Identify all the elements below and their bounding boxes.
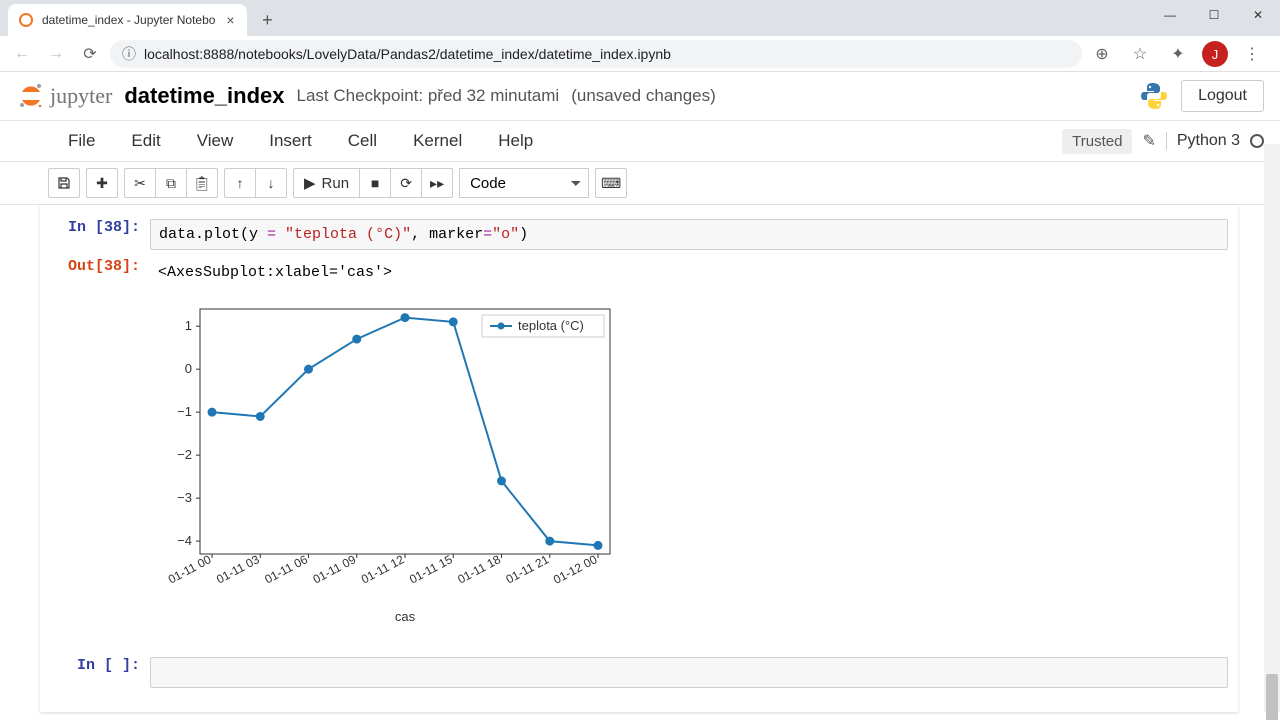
- command-palette-button[interactable]: ⌨: [595, 168, 627, 198]
- paste-button[interactable]: 📋︎: [186, 168, 218, 198]
- svg-text:−1: −1: [177, 404, 192, 419]
- menubar: File Edit View Insert Cell Kernel Help T…: [0, 121, 1280, 162]
- jupyter-logo-text: jupyter: [50, 83, 112, 109]
- unsaved-indicator: (unsaved changes): [571, 86, 716, 106]
- trusted-indicator[interactable]: Trusted: [1062, 129, 1132, 154]
- run-button[interactable]: ▶ Run: [293, 168, 360, 198]
- empty-input-prompt: In [ ]:: [50, 657, 150, 688]
- maximize-icon[interactable]: ☐: [1192, 0, 1236, 30]
- empty-code-input[interactable]: [150, 657, 1228, 688]
- tab-bar: datetime_index - Jupyter Notebo × + — ☐ …: [0, 0, 1280, 36]
- menu-insert[interactable]: Insert: [265, 125, 316, 157]
- jupyter-header: jupyter datetime_index Last Checkpoint: …: [0, 72, 1280, 121]
- notebook-title[interactable]: datetime_index: [124, 83, 284, 109]
- browser-right-icons: ⊕ ☆ ✦ J ⋮: [1088, 40, 1272, 68]
- reload-icon[interactable]: ⟳: [76, 40, 104, 68]
- scrollbar-thumb[interactable]: [1266, 674, 1278, 720]
- jupyter-logo[interactable]: jupyter: [16, 81, 112, 111]
- code-input[interactable]: data.plot(y = "teplota (°C)", marker="o"…: [150, 219, 1228, 250]
- move-up-button[interactable]: ↑: [224, 168, 256, 198]
- kernel-idle-icon[interactable]: [1250, 134, 1264, 148]
- svg-text:01-11 12: 01-11 12: [359, 552, 407, 586]
- restart-button[interactable]: ⟳: [390, 168, 422, 198]
- cut-button[interactable]: ✂: [124, 168, 156, 198]
- svg-text:01-11 06: 01-11 06: [262, 552, 310, 586]
- jupyter-favicon-icon: [18, 12, 34, 28]
- menu-view[interactable]: View: [193, 125, 238, 157]
- svg-text:−3: −3: [177, 490, 192, 505]
- svg-text:01-11 15: 01-11 15: [407, 552, 455, 586]
- copy-button[interactable]: ⧉: [155, 168, 187, 198]
- svg-text:01-11 18: 01-11 18: [455, 552, 503, 586]
- notebook-container: In [38]: data.plot(y = "teplota (°C)", m…: [40, 205, 1238, 712]
- empty-code-cell[interactable]: In [ ]:: [40, 653, 1238, 692]
- edit-metadata-icon[interactable]: ✎: [1142, 131, 1155, 151]
- vertical-scrollbar[interactable]: [1264, 144, 1280, 712]
- jupyter-logo-icon: [16, 81, 46, 111]
- code-cell[interactable]: In [38]: data.plot(y = "teplota (°C)", m…: [40, 215, 1238, 254]
- svg-text:cas: cas: [395, 609, 416, 624]
- svg-text:1: 1: [185, 318, 192, 333]
- svg-text:01-11 21: 01-11 21: [504, 552, 552, 586]
- browser-tab[interactable]: datetime_index - Jupyter Notebo ×: [8, 4, 247, 36]
- kernel-name[interactable]: Python 3: [1166, 132, 1240, 150]
- output-text: <AxesSubplot:xlabel='cas'>: [150, 258, 1228, 287]
- menu-cell[interactable]: Cell: [344, 125, 381, 157]
- svg-text:teplota (°C): teplota (°C): [518, 318, 584, 333]
- move-down-button[interactable]: ↓: [255, 168, 287, 198]
- close-icon[interactable]: ×: [223, 13, 237, 27]
- svg-text:01-11 09: 01-11 09: [311, 552, 359, 586]
- logout-button[interactable]: Logout: [1181, 80, 1264, 112]
- menu-edit[interactable]: Edit: [127, 125, 164, 157]
- menu-kernel[interactable]: Kernel: [409, 125, 466, 157]
- svg-text:01-11 03: 01-11 03: [214, 552, 262, 586]
- toolbar: ✚ ✂ ⧉ 📋︎ ↑ ↓ ▶ Run ■ ⟳ ▸▸ Code ⌨: [0, 162, 1280, 205]
- new-tab-button[interactable]: +: [253, 6, 281, 34]
- window-controls: — ☐ ✕: [1148, 0, 1280, 30]
- output-cell-text: Out[38]: <AxesSubplot:xlabel='cas'>: [40, 254, 1238, 291]
- url-input[interactable]: ⓘ localhost:8888/notebooks/LovelyData/Pa…: [110, 40, 1082, 68]
- line-chart: −4−3−2−10101-11 0001-11 0301-11 0601-11 …: [150, 299, 630, 629]
- chart-output: −4−3−2−10101-11 0001-11 0301-11 0601-11 …: [150, 299, 1238, 629]
- output-prompt: Out[38]:: [50, 258, 150, 287]
- menu-file[interactable]: File: [64, 125, 99, 157]
- input-prompt: In [38]:: [50, 219, 150, 250]
- save-button[interactable]: [48, 168, 80, 198]
- python-logo-icon: [1139, 81, 1169, 111]
- address-bar: ← → ⟳ ⓘ localhost:8888/notebooks/LovelyD…: [0, 36, 1280, 72]
- extensions-icon[interactable]: ✦: [1164, 40, 1192, 68]
- cell-type-select[interactable]: Code: [459, 168, 589, 198]
- menu-help[interactable]: Help: [494, 125, 537, 157]
- bookmark-icon[interactable]: ☆: [1126, 40, 1154, 68]
- tab-title: datetime_index - Jupyter Notebo: [42, 13, 215, 27]
- svg-text:01-11 00: 01-11 00: [166, 552, 214, 586]
- add-cell-button[interactable]: ✚: [86, 168, 118, 198]
- zoom-icon[interactable]: ⊕: [1088, 40, 1116, 68]
- checkpoint-text: Last Checkpoint: před 32 minutami: [297, 86, 560, 106]
- back-icon[interactable]: ←: [8, 40, 36, 68]
- svg-text:01-12 00: 01-12 00: [551, 552, 600, 587]
- svg-text:0: 0: [185, 361, 192, 376]
- interrupt-button[interactable]: ■: [359, 168, 391, 198]
- forward-icon[interactable]: →: [42, 40, 70, 68]
- browser-chrome: datetime_index - Jupyter Notebo × + — ☐ …: [0, 0, 1280, 72]
- svg-text:−2: −2: [177, 447, 192, 462]
- profile-avatar[interactable]: J: [1202, 41, 1228, 67]
- restart-run-all-button[interactable]: ▸▸: [421, 168, 453, 198]
- svg-text:−4: −4: [177, 533, 192, 548]
- close-window-icon[interactable]: ✕: [1236, 0, 1280, 30]
- minimize-icon[interactable]: —: [1148, 0, 1192, 30]
- menu-icon[interactable]: ⋮: [1238, 40, 1266, 68]
- url-text: localhost:8888/notebooks/LovelyData/Pand…: [144, 46, 671, 62]
- site-info-icon[interactable]: ⓘ: [122, 44, 136, 64]
